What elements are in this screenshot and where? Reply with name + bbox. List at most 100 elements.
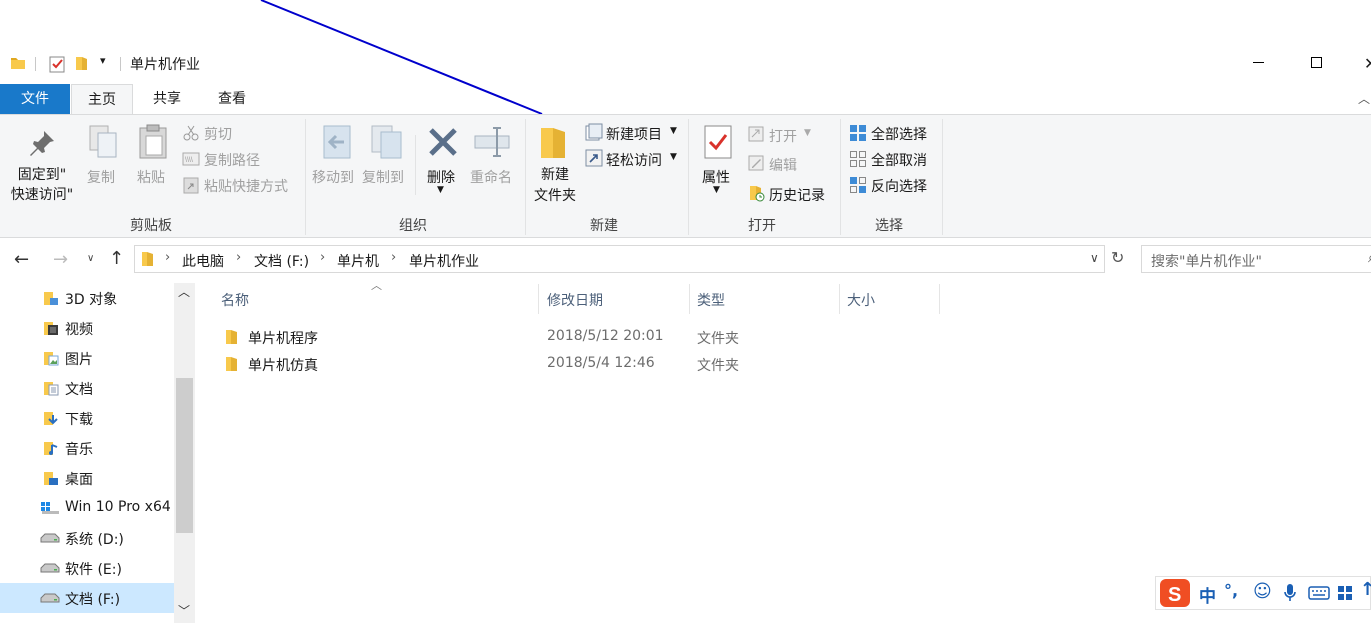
search-box[interactable]: 搜索"单片机作业" ⌕ (1141, 245, 1371, 273)
forward-arrow-icon[interactable]: → (53, 249, 68, 270)
select-all-button[interactable]: 全部选择 (871, 124, 927, 144)
nav-item-videos[interactable]: 视频 (0, 313, 174, 343)
3d-objects-icon (44, 292, 58, 305)
nav-item-pictures[interactable]: 图片 (0, 343, 174, 373)
delete-button[interactable]: 删除 (427, 167, 455, 187)
properties-quick-icon[interactable] (48, 55, 66, 73)
music-icon (44, 442, 58, 455)
cut-button[interactable]: 剪切 (204, 124, 232, 144)
address-bar[interactable]: › 此电脑 › 文档 (F:) › 单片机 › 单片机作业 ∨ (134, 245, 1105, 273)
back-arrow-icon[interactable]: ← (14, 249, 29, 270)
ime-mode-toggle[interactable]: 中 (1199, 582, 1216, 607)
open-button[interactable]: 打开 (769, 126, 797, 146)
rename-button[interactable]: 重命名 (470, 167, 512, 187)
delete-dropdown-icon[interactable]: ▼ (437, 185, 444, 195)
column-header-type[interactable]: 类型 (697, 290, 725, 310)
scroll-down-icon[interactable]: ﹀ (178, 602, 190, 619)
invert-selection-button[interactable]: 反向选择 (871, 176, 927, 196)
new-folder-quick-icon[interactable] (74, 55, 90, 71)
copy-button[interactable]: 复制 (87, 167, 115, 187)
table-row[interactable]: 单片机程序 2018/5/12 20:01 文件夹 (215, 324, 940, 350)
up-arrow-icon[interactable]: ↑ (109, 248, 124, 269)
history-button[interactable]: 历史记录 (769, 185, 825, 205)
breadcrumb-drive-f[interactable]: 文档 (F:) (254, 251, 309, 271)
easy-access-dropdown-icon[interactable]: ▼ (670, 152, 677, 162)
table-row[interactable]: 单片机仿真 2018/5/4 12:46 文件夹 (215, 351, 940, 377)
ime-toolbar: S 中 °, ☺ ↑ (1155, 576, 1371, 610)
search-input[interactable]: 搜索"单片机作业" (1151, 251, 1262, 271)
nav-item-drive-f[interactable]: 文档 (F:) (0, 583, 174, 613)
close-button[interactable]: ✕ (1364, 54, 1371, 73)
drive-icon (40, 563, 60, 573)
select-none-button[interactable]: 全部取消 (871, 150, 927, 170)
drive-icon (40, 533, 60, 543)
file-name: 单片机程序 (248, 331, 318, 347)
move-to-button[interactable]: 移动到 (312, 167, 354, 187)
nav-item-win10-drive[interactable]: Win 10 Pro x64 (0, 493, 174, 523)
pin-quick-access-button[interactable]: 固定到" 快速访问" (8, 165, 76, 205)
new-group-label: 新建 (590, 218, 618, 234)
properties-dropdown-icon[interactable]: ▼ (713, 185, 720, 195)
minimize-button[interactable] (1253, 52, 1267, 66)
maximize-button[interactable] (1311, 57, 1322, 68)
chevron-right-icon[interactable]: › (236, 250, 241, 265)
copy-to-icon (371, 125, 402, 159)
nav-item-downloads[interactable]: 下载 (0, 403, 174, 433)
address-dropdown-icon[interactable]: ∨ (1090, 251, 1099, 265)
pin-icon (30, 131, 54, 156)
copy-to-button[interactable]: 复制到 (362, 167, 404, 187)
tab-view[interactable]: 查看 (202, 84, 262, 114)
nav-item-documents[interactable]: 文档 (0, 373, 174, 403)
copy-path-button[interactable]: 复制路径 (204, 150, 260, 170)
new-item-button[interactable]: 新建项目 (606, 124, 662, 144)
toolbox-icon[interactable] (1337, 585, 1353, 601)
properties-button[interactable]: 属性 (702, 167, 730, 187)
chevron-right-icon[interactable]: › (320, 250, 325, 265)
nav-item-desktop[interactable]: 桌面 (0, 463, 174, 493)
edit-button[interactable]: 编辑 (769, 155, 797, 175)
keyboard-icon[interactable] (1308, 586, 1330, 600)
svg-text:\\\\: \\\\ (185, 157, 193, 164)
ime-punctuation-toggle[interactable]: °, (1224, 581, 1238, 600)
properties-icon (704, 125, 732, 159)
easy-access-button[interactable]: 轻松访问 (606, 150, 662, 170)
nav-item-drive-e[interactable]: 软件 (E:) (0, 553, 174, 583)
tab-home[interactable]: 主页 (71, 84, 133, 115)
file-date: 2018/5/12 20:01 (547, 328, 664, 344)
new-folder-button[interactable]: 新建 文件夹 (530, 165, 580, 207)
scroll-up-icon[interactable]: ︿ (178, 283, 190, 300)
paste-button[interactable]: 粘贴 (137, 167, 165, 187)
select-group-label: 选择 (875, 218, 903, 234)
recent-locations-icon[interactable]: ∨ (87, 253, 94, 264)
cut-icon (183, 125, 199, 141)
nav-scrollbar[interactable]: ︿ ﹀ (174, 283, 195, 623)
nav-item-3d-objects[interactable]: 3D 对象 (0, 283, 174, 313)
nav-item-drive-d[interactable]: 系统 (D:) (0, 523, 174, 553)
column-header-name[interactable]: 名称 (221, 290, 249, 310)
paste-shortcut-button[interactable]: 粘贴快捷方式 (204, 176, 288, 196)
breadcrumb-mcu[interactable]: 单片机 (337, 251, 379, 271)
invert-selection-icon (850, 177, 866, 193)
collapse-ribbon-icon[interactable]: ︿ (1358, 90, 1370, 107)
tab-file[interactable]: 文件 (0, 84, 70, 114)
scrollbar-thumb[interactable] (176, 378, 193, 533)
tab-share[interactable]: 共享 (137, 84, 197, 114)
microphone-icon[interactable] (1283, 583, 1297, 603)
new-item-dropdown-icon[interactable]: ▼ (670, 126, 677, 136)
chevron-right-icon[interactable]: › (391, 250, 396, 265)
customize-quick-access-icon[interactable]: ▾ (100, 54, 106, 67)
column-header-date[interactable]: 修改日期 (547, 290, 603, 310)
chevron-right-icon[interactable]: › (165, 250, 170, 265)
breadcrumb-mcu-homework[interactable]: 单片机作业 (409, 251, 479, 271)
nav-item-music[interactable]: 音乐 (0, 433, 174, 463)
refresh-icon[interactable]: ↻ (1111, 248, 1124, 267)
nav-label: 文档 (F:) (65, 592, 121, 608)
skin-icon[interactable]: ↑ (1360, 579, 1371, 600)
paste-icon (139, 124, 167, 159)
nav-label: 文档 (65, 382, 93, 398)
sogou-logo-icon[interactable]: S (1159, 578, 1191, 608)
column-header-size[interactable]: 大小 (847, 290, 875, 310)
breadcrumb-this-pc[interactable]: 此电脑 (182, 251, 224, 271)
emoji-icon[interactable]: ☺ (1253, 581, 1272, 602)
open-dropdown-icon[interactable]: ▼ (804, 128, 811, 138)
